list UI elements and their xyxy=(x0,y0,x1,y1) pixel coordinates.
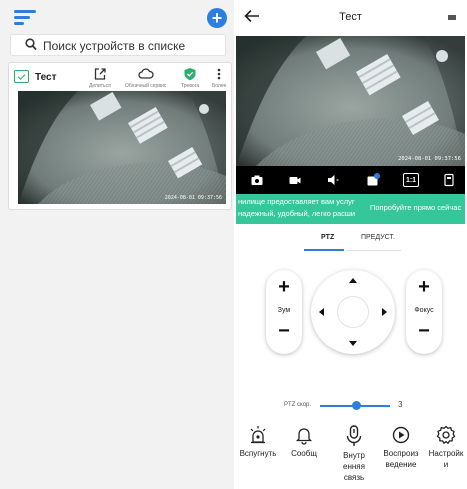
hd-icon[interactable] xyxy=(366,173,380,187)
settings-button[interactable]: Настройк и xyxy=(426,425,466,470)
speaker-icon[interactable] xyxy=(326,173,340,187)
banner-text-line1: нилище предоставляет вам услуг xyxy=(238,197,355,206)
share-icon xyxy=(94,68,106,80)
top-bar: + xyxy=(0,0,234,34)
pan-right-button[interactable] xyxy=(382,308,387,316)
osd-timestamp: 2024-08-01 09:37:56 xyxy=(398,156,461,162)
pan-down-button[interactable] xyxy=(349,341,357,346)
cloud-promo-banner[interactable]: нилище предоставляет вам услуг надежный,… xyxy=(236,194,465,224)
device-actions: Делиться Облачный сервис Тревога Более xyxy=(87,67,233,93)
playback-icon xyxy=(392,426,410,444)
messages-label: Сообщ xyxy=(291,449,317,458)
page-title: Тест xyxy=(339,11,362,23)
cloud-icon xyxy=(138,68,154,79)
gear-icon xyxy=(436,425,456,444)
pan-left-button[interactable] xyxy=(319,308,324,316)
more-icon[interactable] xyxy=(442,173,456,187)
banner-cta[interactable]: Попробуйте прямо сейчас xyxy=(370,203,461,212)
bottom-action-bar: Вспугнуть Сообщ Внутр енняя связь Воспро… xyxy=(234,420,467,489)
microphone-icon xyxy=(346,425,362,446)
control-tabs: PTZ ПРЕДУСТ. xyxy=(234,230,467,252)
device-preview[interactable]: 2024-08-01 09:37:56 xyxy=(18,91,226,204)
pan-up-button[interactable] xyxy=(349,278,357,283)
shield-icon xyxy=(184,68,196,81)
share-label: Делиться xyxy=(89,83,111,89)
more-label: Более xyxy=(212,83,227,89)
deter-label: Вспугнуть xyxy=(239,449,277,458)
playback-button[interactable]: Воспроиз ведение xyxy=(380,425,422,470)
search-field[interactable]: Поиск устройств в списке xyxy=(10,34,226,56)
device-name: Тест xyxy=(35,72,57,83)
focus-in-button[interactable]: + xyxy=(406,276,442,299)
more-button[interactable]: Более xyxy=(212,67,226,89)
device-status-icon xyxy=(14,70,29,83)
zoom-control: + Зум − xyxy=(266,270,302,354)
ptz-speed-label: PTZ скор. xyxy=(284,402,312,408)
intercom-label: Внутр енняя связь xyxy=(343,451,365,482)
settings-label: Настройк и xyxy=(428,449,464,469)
zoom-in-button[interactable]: + xyxy=(266,276,302,299)
tab-divider xyxy=(346,249,401,251)
focus-control: + Фокус − xyxy=(406,270,442,354)
ptz-speed-value: 3 xyxy=(398,400,403,409)
zoom-out-button[interactable]: − xyxy=(266,320,302,343)
tab-ptz[interactable]: PTZ xyxy=(321,234,334,241)
search-placeholder: Поиск устройств в списке xyxy=(43,39,186,53)
alarm-button[interactable]: Тревога xyxy=(181,67,199,89)
zoom-label: Зум xyxy=(277,307,291,314)
playback-label: Воспроиз ведение xyxy=(383,449,419,469)
alarm-label: Тревога xyxy=(181,83,200,89)
signal-icon xyxy=(448,15,456,20)
alarm-light-icon xyxy=(250,426,266,444)
record-icon[interactable] xyxy=(288,173,302,187)
video-toolbar: 1:1 xyxy=(236,166,465,194)
header: Тест xyxy=(234,0,467,36)
ptz-center xyxy=(337,296,369,328)
device-list-pane: + Поиск устройств в списке Тест Делиться xyxy=(0,0,234,489)
ptz-direction-pad xyxy=(311,270,395,354)
focus-label: Фокус xyxy=(414,307,434,314)
tab-preset[interactable]: ПРЕДУСТ. xyxy=(361,234,395,241)
intercom-button[interactable]: Внутр енняя связь xyxy=(335,425,373,483)
camera-icon[interactable] xyxy=(250,173,264,187)
menu-icon[interactable] xyxy=(14,10,36,26)
messages-button[interactable]: Сообщ xyxy=(286,425,322,459)
live-view-pane: Тест 2024-08-01 09:37:56 1:1 нилище пред… xyxy=(234,0,467,489)
bell-icon xyxy=(295,428,313,445)
more-icon xyxy=(217,68,221,80)
osd-timestamp: 2024-08-01 09:37:56 xyxy=(164,195,222,201)
ptz-speed-handle[interactable] xyxy=(352,401,361,410)
live-video[interactable]: 2024-08-01 09:37:56 xyxy=(236,36,465,166)
device-card[interactable]: Тест Делиться Облачный сервис Тревога Бо… xyxy=(8,62,232,210)
focus-out-button[interactable]: − xyxy=(406,320,442,343)
camera-feed-image xyxy=(236,36,465,166)
ratio-button[interactable]: 1:1 xyxy=(403,173,419,187)
share-button[interactable]: Делиться xyxy=(89,67,111,89)
deter-button[interactable]: Вспугнуть xyxy=(236,425,280,459)
cloud-service-button[interactable]: Облачный сервис xyxy=(125,67,166,89)
cloud-service-label: Облачный сервис xyxy=(125,83,167,89)
add-device-icon[interactable]: + xyxy=(207,8,227,28)
active-tab-indicator xyxy=(304,249,344,251)
banner-text-line2: надежный, удобный, легко расши xyxy=(238,209,356,218)
search-icon xyxy=(25,38,37,51)
camera-feed-image xyxy=(18,91,226,204)
